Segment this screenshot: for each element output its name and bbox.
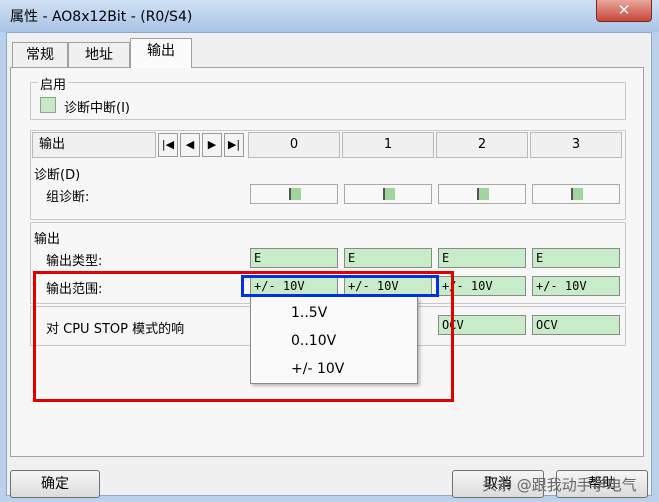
diag-indicator bbox=[571, 188, 583, 200]
cpu-stop-value-3[interactable]: OCV bbox=[532, 315, 620, 335]
output-type-1[interactable]: E bbox=[344, 248, 432, 268]
output-section-title: 输出 bbox=[34, 232, 61, 247]
output-type-label: 输出类型: bbox=[46, 254, 103, 269]
channel-header-3: 3 bbox=[530, 132, 622, 158]
output-range-3[interactable]: +/- 10V bbox=[532, 276, 620, 296]
watermark: 头条 @跟我动手学电气 bbox=[482, 476, 637, 494]
enable-group-legend: 启用 bbox=[38, 74, 69, 93]
close-icon: ✕ bbox=[617, 1, 631, 19]
diag-interrupt-checkbox[interactable] bbox=[40, 97, 56, 113]
diag-interrupt-label: 诊断中断(I) bbox=[64, 101, 130, 116]
channel-header-1: 1 bbox=[342, 132, 434, 158]
group-diag-checkbox-0[interactable] bbox=[250, 184, 338, 204]
group-diagnostics-label: 组诊断: bbox=[46, 190, 90, 205]
output-column-header: 输出 bbox=[32, 132, 156, 158]
output-type-2[interactable]: E bbox=[438, 248, 526, 268]
window-title: 属性 - AO8x12Bit - (R0/S4) bbox=[10, 9, 193, 25]
group-diag-checkbox-1[interactable] bbox=[344, 184, 432, 204]
channel-header-2: 2 bbox=[436, 132, 528, 158]
channel-header-0: 0 bbox=[248, 132, 340, 158]
group-diag-checkbox-3[interactable] bbox=[532, 184, 620, 204]
nav-first-button[interactable]: |◀ bbox=[158, 133, 178, 157]
group-diag-checkbox-2[interactable] bbox=[438, 184, 526, 204]
first-icon: |◀ bbox=[161, 138, 175, 151]
next-icon: ▶ bbox=[207, 138, 217, 151]
ok-button[interactable]: 确定 bbox=[10, 470, 100, 498]
output-type-3[interactable]: E bbox=[532, 248, 620, 268]
nav-prev-button[interactable]: ◀ bbox=[180, 133, 200, 157]
output-type-0[interactable]: E bbox=[250, 248, 338, 268]
last-icon: ▶| bbox=[227, 138, 241, 151]
diagnostics-title: 诊断(D) bbox=[34, 168, 81, 183]
nav-last-button[interactable]: ▶| bbox=[224, 133, 244, 157]
diag-indicator bbox=[289, 188, 301, 200]
tab-address[interactable]: 地址 bbox=[68, 42, 130, 68]
diag-indicator bbox=[477, 188, 489, 200]
tab-general[interactable]: 常规 bbox=[12, 42, 68, 68]
blue-highlight-box bbox=[241, 275, 439, 297]
diag-indicator bbox=[383, 188, 395, 200]
prev-icon: ◀ bbox=[185, 138, 195, 151]
close-button[interactable]: ✕ bbox=[596, 0, 652, 22]
tab-output[interactable]: 输出 bbox=[130, 38, 192, 68]
nav-next-button[interactable]: ▶ bbox=[202, 133, 222, 157]
